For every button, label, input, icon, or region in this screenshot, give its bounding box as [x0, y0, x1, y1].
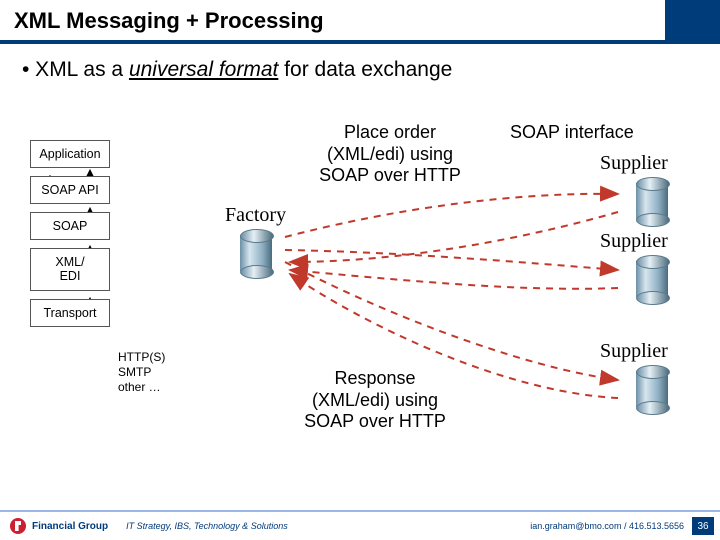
footer-dept: IT Strategy, IBS, Technology & Solutions — [126, 521, 288, 531]
factory-label: Factory — [225, 204, 286, 227]
title-bar: XML Messaging + Processing — [0, 0, 720, 44]
stack-soap: SOAP — [30, 212, 110, 240]
stack-xml-edi: XML/ EDI — [30, 248, 110, 291]
factory-node: Factory — [225, 204, 286, 277]
stack-transport: Transport — [30, 299, 110, 327]
cylinder-icon — [240, 229, 272, 277]
supplier3-node: Supplier — [600, 340, 668, 413]
title-accent — [665, 0, 720, 40]
bullet-suffix: for data exchange — [278, 58, 452, 81]
protocol-stack: Application SOAP API SOAP XML/ EDI Trans… — [30, 140, 110, 335]
bullet-underlined: universal format — [129, 58, 278, 81]
bullet-prefix: • XML as a — [22, 58, 129, 81]
place-order-annotation: Place order (XML/edi) using SOAP over HT… — [300, 122, 480, 187]
supplier2-label: Supplier — [600, 230, 668, 253]
cylinder-icon — [636, 365, 668, 413]
transport-examples: HTTP(S) SMTP other … — [118, 350, 165, 395]
page-title: XML Messaging + Processing — [0, 0, 720, 34]
footer-brand: Financial Group — [32, 521, 108, 532]
footer-contact: ian.graham@bmo.com / 416.513.5656 — [530, 521, 684, 531]
footer: Financial Group IT Strategy, IBS, Techno… — [0, 510, 720, 540]
supplier1-node: Supplier — [600, 152, 668, 225]
diagram: Application SOAP API SOAP XML/ EDI Trans… — [0, 112, 720, 492]
supplier2-node: Supplier — [600, 230, 668, 303]
soap-interface-annotation: SOAP interface — [510, 122, 670, 144]
stack-soap-api: SOAP API — [30, 176, 110, 204]
supplier3-label: Supplier — [600, 340, 668, 363]
stack-application: Application — [30, 140, 110, 168]
cylinder-icon — [636, 177, 668, 225]
page-number: 36 — [692, 517, 714, 535]
bmo-logo-icon — [10, 518, 26, 534]
supplier1-label: Supplier — [600, 152, 668, 175]
cylinder-icon — [636, 255, 668, 303]
response-annotation: Response (XML/edi) using SOAP over HTTP — [280, 368, 470, 433]
bullet-line: • XML as a universal format for data exc… — [0, 44, 720, 82]
